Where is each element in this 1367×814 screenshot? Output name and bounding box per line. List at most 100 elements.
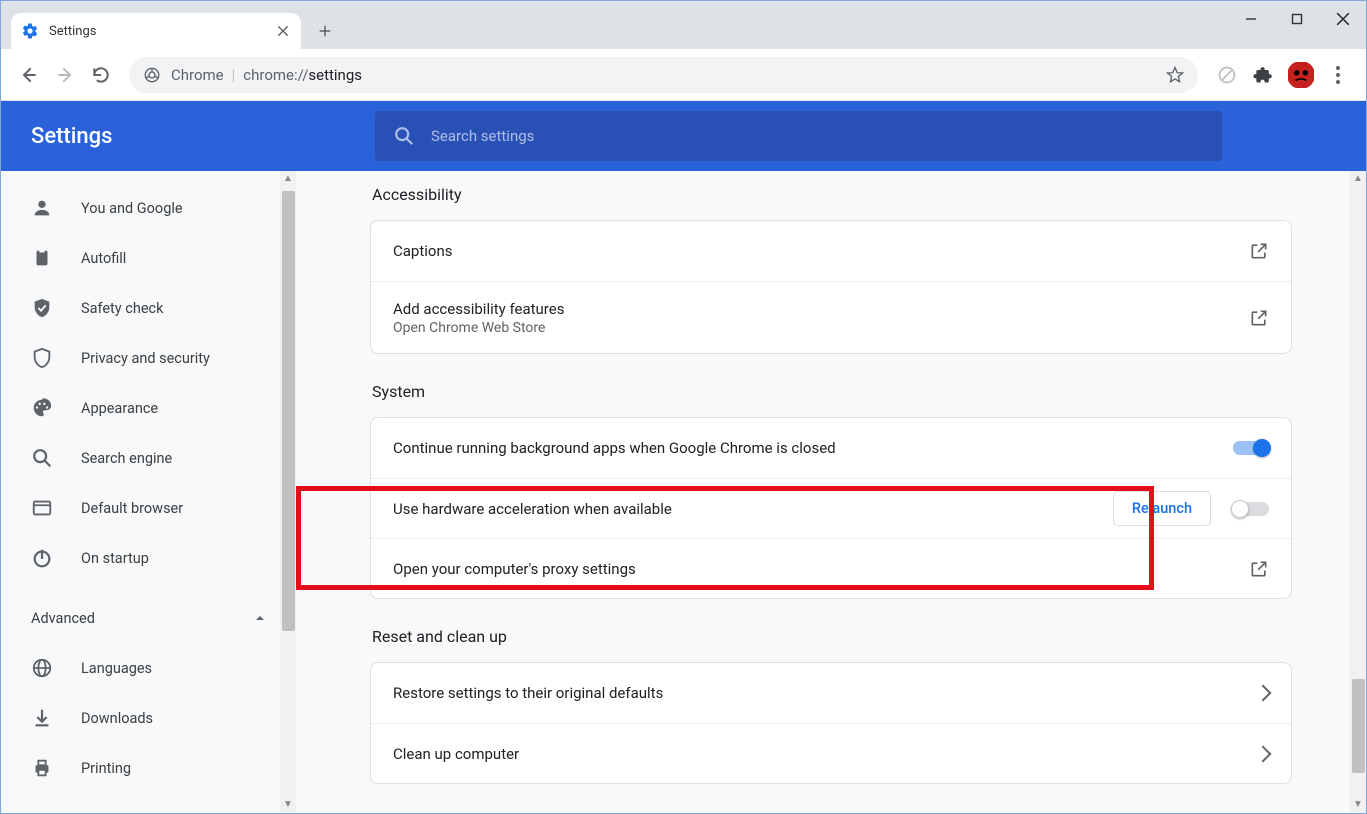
sidebar-item-label: Privacy and security <box>81 350 210 367</box>
new-tab-button[interactable] <box>311 17 339 45</box>
external-link-icon <box>1249 241 1269 261</box>
shield-check-icon <box>31 297 53 319</box>
sidebar-item-you-and-google[interactable]: You and Google <box>1 183 296 233</box>
settings-title: Settings <box>31 124 375 149</box>
settings-gear-icon <box>21 22 39 40</box>
settings-header: Settings Search settings <box>1 101 1366 171</box>
row-restore-defaults[interactable]: Restore settings to their original defau… <box>371 663 1291 723</box>
main-scrollbar[interactable]: ▲ ▼ <box>1350 171 1366 813</box>
window-minimize-button[interactable] <box>1228 1 1274 37</box>
window-close-button[interactable] <box>1320 1 1366 37</box>
nav-reload-button[interactable] <box>83 57 119 93</box>
cleanup-label: Clean up computer <box>393 745 519 763</box>
sidebar-item-label: Safety check <box>81 300 163 317</box>
tab-close-icon[interactable] <box>275 23 291 39</box>
section-accessibility-title: Accessibility <box>372 185 1292 204</box>
relaunch-button[interactable]: Relaunch <box>1113 491 1211 526</box>
sidebar-item-safety-check[interactable]: Safety check <box>1 283 296 333</box>
row-cleanup[interactable]: Clean up computer <box>371 723 1291 783</box>
browser-tab[interactable]: Settings <box>11 13 301 49</box>
bg-apps-label: Continue running background apps when Go… <box>393 439 836 457</box>
nav-back-button[interactable] <box>11 57 47 93</box>
sidebar-item-printing[interactable]: Printing <box>1 743 296 793</box>
browser-toolbar: Chrome | chrome://settings <box>1 49 1366 101</box>
url-prefix-label: Chrome <box>171 66 224 84</box>
section-system-title: System <box>372 382 1292 401</box>
scroll-down-arrow-icon[interactable]: ▼ <box>1350 797 1366 813</box>
scroll-down-arrow-icon[interactable]: ▼ <box>280 797 296 813</box>
sidebar-item-label: Printing <box>81 760 131 777</box>
toolbar-extensions <box>1208 62 1356 88</box>
hw-accel-label: Use hardware acceleration when available <box>393 500 672 518</box>
row-hw-accel[interactable]: Use hardware acceleration when available… <box>371 478 1291 538</box>
clipboard-icon <box>31 247 53 269</box>
reset-card: Restore settings to their original defau… <box>370 662 1292 784</box>
browser-titlebar: Settings <box>1 1 1366 49</box>
url-separator: | <box>232 66 236 84</box>
browser-window-icon <box>31 497 53 519</box>
toggle-bg-apps[interactable] <box>1233 441 1269 455</box>
main-scroll-thumb[interactable] <box>1352 679 1365 773</box>
download-icon <box>31 707 53 729</box>
accessibility-card: Captions Add accessibility features Open… <box>370 220 1292 354</box>
sidebar-item-label: Autofill <box>81 250 126 267</box>
sidebar-item-label: On startup <box>81 550 149 567</box>
person-icon <box>31 197 53 219</box>
sidebar-item-label: Downloads <box>81 710 153 727</box>
address-bar[interactable]: Chrome | chrome://settings <box>129 57 1198 93</box>
add-features-label: Add accessibility features <box>393 300 564 318</box>
toggle-hw-accel[interactable] <box>1233 502 1269 516</box>
sidebar-item-autofill[interactable]: Autofill <box>1 233 296 283</box>
browser-menu-button[interactable] <box>1328 66 1348 84</box>
row-captions[interactable]: Captions <box>371 221 1291 281</box>
sidebar-item-languages[interactable]: Languages <box>1 643 296 693</box>
sidebar-item-appearance[interactable]: Appearance <box>1 383 296 433</box>
system-card: Continue running background apps when Go… <box>370 417 1292 599</box>
sidebar-item-downloads[interactable]: Downloads <box>1 693 296 743</box>
extension-icon-1[interactable] <box>1216 64 1238 86</box>
add-features-sub: Open Chrome Web Store <box>393 320 564 336</box>
sidebar-advanced-toggle[interactable]: Advanced <box>1 593 296 643</box>
power-icon <box>31 547 53 569</box>
chevron-right-icon <box>1255 745 1272 762</box>
sidebar-item-search-engine[interactable]: Search engine <box>1 433 296 483</box>
sidebar-item-label: Appearance <box>81 400 158 417</box>
printer-icon <box>31 757 53 779</box>
shield-icon <box>31 347 53 369</box>
palette-icon <box>31 397 53 419</box>
scroll-up-arrow-icon[interactable]: ▲ <box>1350 171 1366 187</box>
sidebar-item-label: You and Google <box>81 200 183 217</box>
external-link-icon <box>1249 559 1269 579</box>
external-link-icon <box>1249 308 1269 328</box>
sidebar-item-startup[interactable]: On startup <box>1 533 296 583</box>
tab-title: Settings <box>49 24 275 39</box>
window-maximize-button[interactable] <box>1274 1 1320 37</box>
proxy-label: Open your computer's proxy settings <box>393 560 636 578</box>
sidebar-item-default-browser[interactable]: Default browser <box>1 483 296 533</box>
sidebar-item-privacy[interactable]: Privacy and security <box>1 333 296 383</box>
sidebar-item-label: Search engine <box>81 450 172 467</box>
settings-sidebar: You and Google Autofill Safety check Pri… <box>1 171 296 813</box>
chevron-up-icon <box>254 612 266 624</box>
settings-content: You and Google Autofill Safety check Pri… <box>1 171 1366 813</box>
sidebar-scroll-thumb[interactable] <box>282 191 295 631</box>
chevron-right-icon <box>1255 685 1272 702</box>
profile-avatar[interactable] <box>1288 62 1314 88</box>
settings-search[interactable]: Search settings <box>375 111 1222 161</box>
search-placeholder: Search settings <box>431 127 534 145</box>
nav-forward-button[interactable] <box>47 57 83 93</box>
scroll-up-arrow-icon[interactable]: ▲ <box>280 171 296 187</box>
search-icon <box>31 447 53 469</box>
chrome-page-icon <box>143 66 161 84</box>
section-reset-title: Reset and clean up <box>372 627 1292 646</box>
url-text: chrome://settings <box>243 66 362 84</box>
bookmark-star-icon[interactable] <box>1166 66 1184 84</box>
captions-label: Captions <box>393 242 452 260</box>
row-background-apps[interactable]: Continue running background apps when Go… <box>371 418 1291 478</box>
row-add-features[interactable]: Add accessibility features Open Chrome W… <box>371 281 1291 353</box>
row-proxy[interactable]: Open your computer's proxy settings <box>371 538 1291 598</box>
globe-icon <box>31 657 53 679</box>
restore-label: Restore settings to their original defau… <box>393 684 663 702</box>
sidebar-scrollbar[interactable]: ▲ ▼ <box>280 171 296 813</box>
extensions-puzzle-icon[interactable] <box>1252 64 1274 86</box>
